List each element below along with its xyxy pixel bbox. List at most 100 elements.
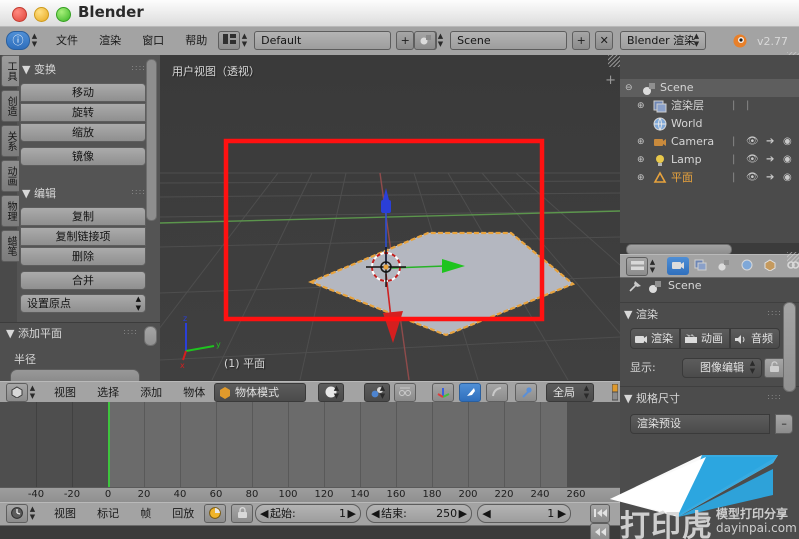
editor-type-timeline-icon[interactable] (6, 504, 28, 523)
timeline-menu-marker[interactable]: 标记 (89, 504, 127, 523)
selectable-cursor-icon[interactable]: ➔ (766, 133, 774, 151)
visibility-eye-icon[interactable]: 👁 (746, 169, 759, 187)
panel-collapse-icon[interactable]: ▼ (6, 327, 14, 340)
manipulator-axis-icon[interactable] (515, 383, 538, 402)
panel-edit-header[interactable]: ▼ 编辑 :::: (20, 183, 146, 204)
outliner-row-lamp[interactable]: ⊕ Lamp | 👁 ➔ ◉ (620, 151, 799, 169)
renderable-camera-icon[interactable]: ◉ (783, 169, 792, 187)
timeline-menu-playback[interactable]: 回放 (164, 504, 202, 523)
tool-tab-tools[interactable]: 工具 (1, 55, 19, 87)
pivot-median-icon[interactable] (364, 383, 390, 402)
outliner-row-renderlayers[interactable]: ⊕ 渲染层 | | (620, 97, 799, 115)
tool-tab-physics[interactable]: 物理 (1, 195, 19, 227)
tool-set-origin-dropdown[interactable]: 设置原点 ▲ ▼ (20, 294, 146, 313)
editor-type-spinner[interactable]: ▲ ▼ (28, 504, 37, 524)
panel-dimensions-header[interactable]: ▼ 规格尺寸 :::: (624, 390, 792, 406)
timeline-menu-view[interactable]: 视图 (46, 504, 84, 523)
tool-scale-button[interactable]: 缩放 (20, 123, 146, 142)
delete-scene-button[interactable]: ✕ (595, 31, 614, 50)
window-close-button[interactable] (12, 7, 27, 22)
timeline-menu-frame[interactable]: 帧 (132, 504, 159, 523)
menu-window[interactable]: 窗口 (134, 31, 172, 50)
expand-icon[interactable]: ⊕ (637, 97, 645, 115)
add-screen-layout-button[interactable]: + (396, 31, 415, 50)
screen-layout-field[interactable]: Default (254, 31, 392, 50)
timeline-editor[interactable] (0, 402, 620, 487)
toolshelf-scrollbar[interactable] (146, 59, 157, 221)
increment-icon[interactable]: ▶ (348, 505, 356, 522)
visibility-eye-icon[interactable]: 👁 (746, 151, 759, 169)
collapse-icon[interactable]: ⊖ (625, 79, 633, 97)
end-frame-field[interactable]: ◀ 结束: 250 ▶ (366, 504, 473, 523)
timeline-playhead[interactable] (108, 402, 110, 487)
editor-type-3dview-icon[interactable] (6, 383, 28, 402)
operator-panel-scrollbar[interactable] (144, 326, 157, 346)
remove-preset-button[interactable]: – (775, 414, 794, 434)
object-tab-icon[interactable] (759, 257, 781, 275)
screen-layout-icon[interactable] (218, 31, 240, 50)
orientation-spinner[interactable]: ▲ ▼ (582, 383, 591, 403)
tool-move-button[interactable]: 移动 (20, 83, 146, 102)
scene-tab-icon[interactable] (713, 257, 735, 275)
render-animation-button[interactable]: 动画 (680, 328, 730, 349)
tool-tab-create[interactable]: 创造 (1, 90, 19, 122)
expand-icon[interactable]: ⊕ (637, 151, 645, 169)
interaction-mode-select[interactable]: 物体模式 (214, 383, 306, 402)
tool-delete-button[interactable]: 删除 (20, 247, 146, 266)
outliner-horizontal-scrollbar[interactable] (624, 243, 795, 255)
jump-start-icon[interactable] (590, 504, 610, 523)
outliner-row-plane[interactable]: ⊕ 平面 | 👁 ➔ ◉ (620, 169, 799, 187)
viewport-menu-object[interactable]: 物体 (175, 383, 213, 402)
decrement-icon[interactable]: ◀ (260, 505, 268, 522)
panel-collapse-icon[interactable]: ▼ (22, 63, 30, 76)
viewport-menu-view[interactable]: 视图 (46, 383, 84, 402)
manipulator-rotate-icon[interactable] (459, 383, 482, 402)
scene-spinner[interactable]: ▲ ▼ (436, 31, 445, 51)
expand-icon[interactable]: ⊕ (637, 133, 645, 151)
properties-editor-type-icon[interactable] (626, 257, 648, 276)
lock-icon[interactable] (231, 504, 254, 523)
renderlayers-tab-icon[interactable] (690, 257, 712, 275)
menu-file[interactable]: 文件 (48, 31, 86, 50)
decrement-icon[interactable]: ◀ (371, 505, 379, 522)
render-tab-icon[interactable] (667, 257, 689, 275)
render-engine-spinner[interactable]: ▲ ▼ (692, 31, 701, 51)
properties-scrollbar[interactable] (783, 302, 796, 392)
operator-panel-header[interactable]: ▼ 添加平面 :::: (0, 323, 160, 344)
shading-spinner[interactable]: ▲ ▼ (332, 383, 341, 403)
tool-duplicate-linked-button[interactable]: 复制链接项 (20, 227, 146, 246)
window-zoom-button[interactable] (56, 7, 71, 22)
menu-render[interactable]: 渲染 (91, 31, 129, 50)
add-scene-button[interactable]: + (572, 31, 591, 50)
menu-help[interactable]: 帮助 (177, 31, 215, 50)
scene-icon[interactable] (414, 31, 436, 50)
editor-type-spinner[interactable]: ▲ ▼ (28, 383, 37, 403)
editor-type-spinner[interactable]: ▲ ▼ (30, 31, 39, 51)
toolbar-expand-icon[interactable]: + (605, 73, 616, 88)
display-mode-spinner[interactable]: ▲ ▼ (748, 358, 757, 378)
decrement-icon[interactable]: ◀ (482, 505, 490, 522)
outliner-row-world[interactable]: World (620, 115, 799, 133)
tool-tab-relations[interactable]: 关系 (1, 125, 19, 157)
tool-join-button[interactable]: 合并 (20, 271, 146, 290)
play-reverse-icon[interactable] (590, 523, 610, 539)
tool-duplicate-button[interactable]: 复制 (20, 207, 146, 226)
render-image-button[interactable]: 渲染 (630, 328, 680, 349)
expand-icon[interactable]: ⊕ (637, 169, 645, 187)
renderable-camera-icon[interactable]: ◉ (783, 151, 792, 169)
viewport-menu-add[interactable]: 添加 (132, 383, 170, 402)
start-frame-field[interactable]: ◀ 起始: 1 ▶ (255, 504, 361, 523)
panel-collapse-icon[interactable]: ▼ (624, 308, 632, 321)
properties-type-spinner[interactable]: ▲ ▼ (648, 257, 657, 277)
pivot-spinner[interactable]: ▲ ▼ (378, 383, 387, 403)
panel-transform-header[interactable]: ▼ 变换 :::: (20, 59, 146, 80)
panel-collapse-icon[interactable]: ▼ (22, 187, 30, 200)
panel-render-header[interactable]: ▼ 渲染 :::: (624, 306, 792, 322)
outliner-row-scene[interactable]: ⊖ Scene (620, 79, 799, 97)
proportional-edit-icon[interactable] (394, 383, 417, 402)
viewport-menu-select[interactable]: 选择 (89, 383, 127, 402)
current-frame-field[interactable]: ◀ 1 ▶ (477, 504, 572, 523)
area-corner-handle[interactable] (608, 55, 620, 67)
renderable-camera-icon[interactable]: ◉ (783, 133, 792, 151)
tool-rotate-button[interactable]: 旋转 (20, 103, 146, 122)
